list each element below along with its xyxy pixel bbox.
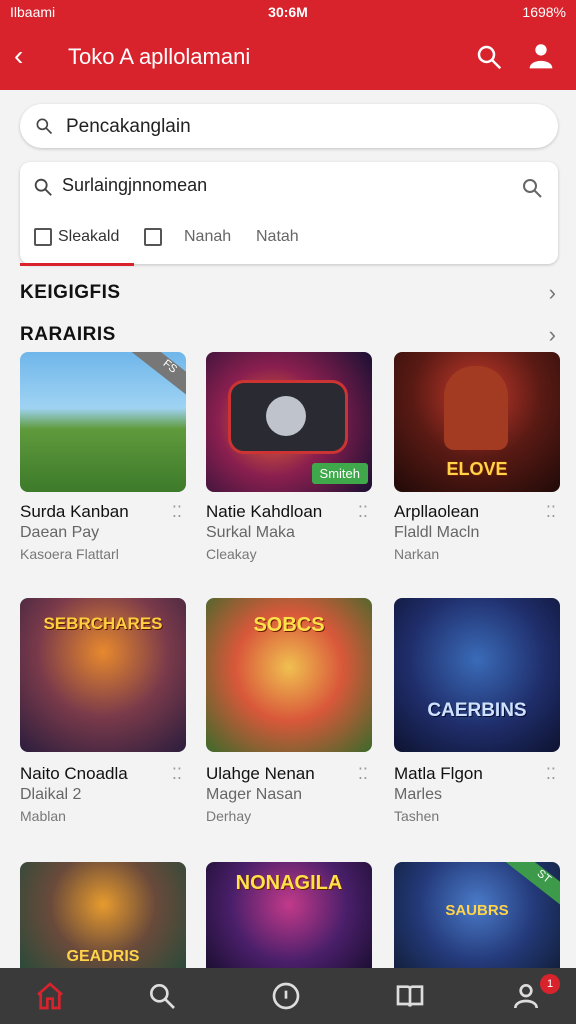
app-name: Matla Flgon [394, 764, 483, 783]
secondary-search-input[interactable]: Surlaingjnnomean [62, 175, 207, 196]
app-name: Natie Kahdloan [206, 502, 323, 521]
more-options-icon[interactable]: ⁚⁚ [546, 764, 556, 784]
app-thumbnail[interactable]: SOBCS [206, 598, 372, 752]
app-art-title: SAUBRS [445, 902, 509, 919]
app-art-title: SOBCS [253, 614, 325, 636]
bottom-navigation [0, 968, 576, 1024]
app-category: Derhay [206, 808, 252, 824]
app-developer: Daean Pay [20, 524, 100, 541]
search-icon[interactable] [146, 980, 178, 1012]
notification-badge: 1 [540, 974, 560, 994]
app-category: Kasoera Flattarl [20, 546, 119, 562]
status-bar: Ilbaami 30:6M 1698% [0, 0, 576, 24]
app-name: Naito Cnoadla [20, 764, 128, 783]
app-thumbnail[interactable]: CAERBINS [394, 598, 560, 752]
app-bar: ‹ Toko A apllolamani [0, 24, 576, 90]
status-time: 30:6M [268, 4, 308, 20]
tab-label: Sleakald [58, 228, 120, 245]
more-options-icon[interactable]: ⁚⁚ [172, 764, 182, 784]
app-developer: Dlaikal 2 [20, 786, 82, 803]
more-options-icon[interactable]: ⁚⁚ [358, 764, 368, 784]
bookmark-icon [144, 228, 162, 246]
store-search-bar[interactable]: Pencakanglain [20, 104, 558, 148]
compass-icon[interactable] [270, 980, 302, 1012]
app-thumbnail[interactable]: GEADRIS [20, 862, 186, 968]
corner-ribbon: FS [130, 352, 186, 401]
more-options-icon[interactable]: ⁚⁚ [172, 502, 182, 522]
tab-label: Natah [256, 228, 299, 245]
app-thumbnail[interactable]: ELOVE [394, 352, 560, 492]
filter-panel: Surlaingjnnomean Sleakald Nanah Natah [20, 162, 558, 266]
search-icon[interactable] [474, 42, 504, 72]
back-icon[interactable]: ‹ [14, 42, 23, 70]
section-title: KEIGIGFIS [20, 282, 121, 303]
app-developer: Marles [394, 786, 443, 803]
home-icon[interactable] [34, 980, 66, 1012]
tab-nanah[interactable]: Nanah [184, 222, 244, 264]
app-developer: Flaldl Macln [394, 524, 480, 541]
app-thumbnail[interactable]: ST SAUBRS [394, 862, 560, 968]
search-icon [36, 118, 53, 135]
app-art-title: SEBRCHARES [43, 614, 163, 633]
app-art-title: GEADRIS [66, 948, 140, 965]
app-category: Cleakay [206, 546, 257, 562]
filter-tabs: Sleakald Nanah Natah [20, 222, 558, 266]
more-options-icon[interactable]: ⁚⁚ [546, 502, 556, 522]
section-title: RARAIRIS [20, 324, 116, 345]
app-art-title: NONAGILA [235, 872, 343, 894]
app-thumbnail[interactable]: NONAGILA [206, 862, 372, 968]
search-icon [34, 178, 52, 196]
section-header[interactable]: RARAIRIS › [20, 322, 558, 350]
search-icon[interactable] [520, 176, 544, 200]
page-title: Toko A apllolamani [68, 44, 251, 69]
search-input[interactable]: Pencakanglain [66, 116, 191, 138]
tab-natah[interactable]: Natah [256, 222, 316, 264]
app-name: Arpllaolean [394, 502, 480, 521]
app-thumbnail[interactable]: Smiteh [206, 352, 372, 492]
app-category: Mablan [20, 808, 66, 824]
chevron-right-icon[interactable]: › [549, 322, 556, 348]
app-art-title: CAERBINS [427, 700, 527, 721]
tab-label: Nanah [184, 228, 232, 245]
tab-sleakald[interactable]: Sleakald [20, 222, 134, 266]
character-art [444, 366, 508, 450]
battery-label: 1698% [522, 4, 566, 20]
book-icon[interactable] [394, 980, 426, 1012]
app-name: Ulahge Nenan [206, 764, 315, 783]
joystick-icon [266, 396, 306, 436]
app-developer: Surkal Maka [206, 524, 295, 541]
app-thumbnail[interactable]: SEBRCHARES [20, 598, 186, 752]
user-icon[interactable] [524, 40, 558, 74]
app-category: Tashen [394, 808, 440, 824]
more-options-icon[interactable]: ⁚⁚ [358, 502, 368, 522]
tab-icon-only[interactable] [144, 222, 164, 264]
profile-icon[interactable] [510, 980, 542, 1012]
chevron-right-icon[interactable]: › [549, 280, 556, 306]
app-thumbnail[interactable]: FS [20, 352, 186, 492]
app-badge: Smiteh [311, 463, 368, 484]
app-art-title: ELOVE [446, 459, 508, 479]
section-header[interactable]: KEIGIGFIS › [20, 280, 558, 308]
app-name: Surda Kanban [20, 502, 129, 521]
app-developer: Mager Nasan [206, 786, 303, 803]
app-category: Narkan [394, 546, 440, 562]
bookmark-icon [34, 228, 52, 246]
